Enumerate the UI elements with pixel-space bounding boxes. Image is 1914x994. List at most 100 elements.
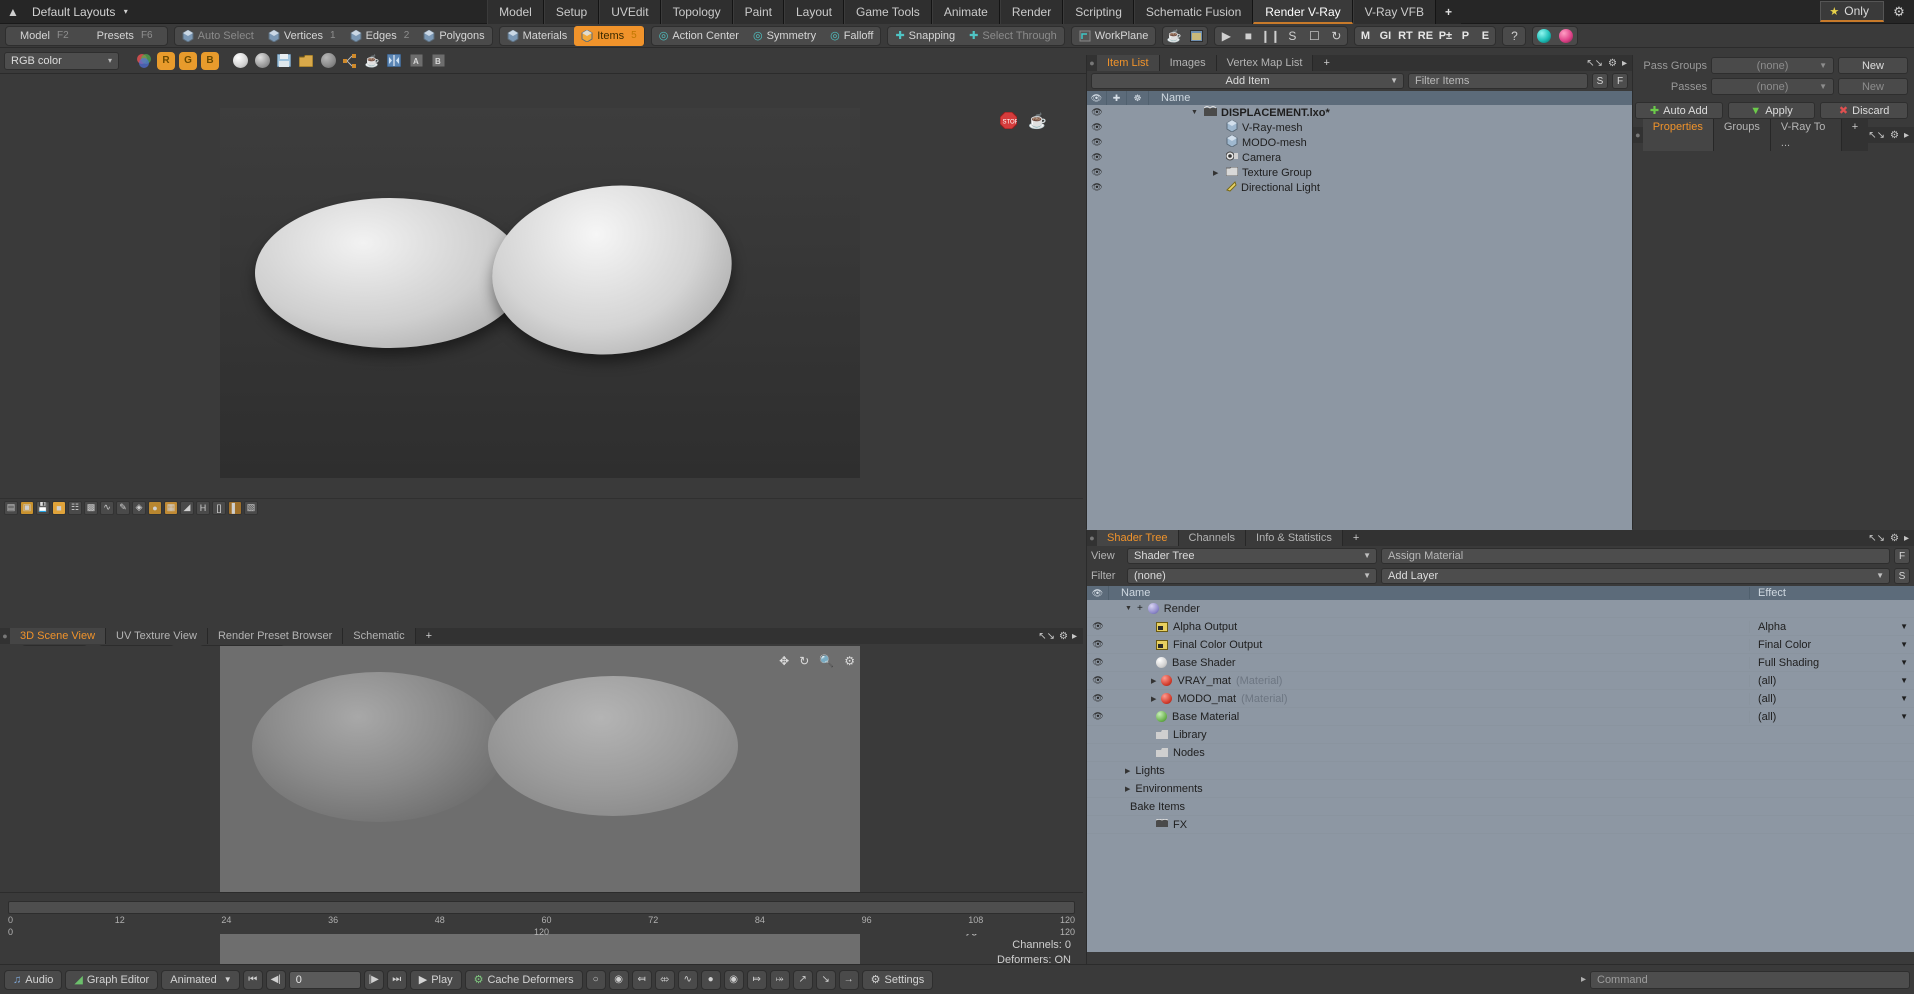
film-icon[interactable]: ▦ <box>164 500 178 515</box>
h-icon[interactable]: H <box>196 500 210 515</box>
add-layer-select[interactable]: Add Layer ▼ <box>1381 568 1890 584</box>
teapot-icon[interactable]: ☕ <box>1028 112 1047 130</box>
shader-tree-row[interactable]: Nodes <box>1087 744 1914 762</box>
shader-f-button[interactable]: F <box>1894 548 1910 564</box>
first-key-icon[interactable]: ⤄ <box>654 969 675 990</box>
tool-select-through-button[interactable]: ✚ Select Through <box>962 27 1064 45</box>
bars-icon[interactable]: ▌ <box>228 500 242 515</box>
shader-tree-row[interactable]: Library <box>1087 726 1914 744</box>
visibility-eye-icon[interactable]: 👁 <box>1087 152 1107 163</box>
visibility-eye-icon[interactable]: 👁 <box>1087 621 1109 632</box>
save-icon[interactable]: 💾 <box>36 500 50 515</box>
play-button[interactable]: ▶ Play <box>409 969 462 990</box>
vray-m-button[interactable]: M <box>1355 27 1375 45</box>
eyedrop-icon[interactable]: ◢ <box>180 500 194 515</box>
grey-sphere-icon[interactable] <box>253 52 271 70</box>
twisty-icon[interactable]: ▼ <box>1191 109 1200 116</box>
add-tab-button[interactable]: + <box>415 628 443 644</box>
tool-materials-button[interactable]: Materials <box>500 27 575 45</box>
filter-items-input[interactable]: Filter Items <box>1408 73 1588 89</box>
menu-tab-render[interactable]: Render <box>999 0 1064 24</box>
stop-icon[interactable]: ■ <box>1237 26 1259 46</box>
menu-tab-paint[interactable]: Paint <box>732 0 784 24</box>
pink-sphere-icon[interactable] <box>1555 26 1577 46</box>
shader-tree-row[interactable]: ▶ Lights <box>1087 762 1914 780</box>
render-preview-viewport[interactable]: STOP ☕ <box>0 98 1083 498</box>
tool-presets-button[interactable]: Presets F6 <box>83 27 167 45</box>
viewport-3d[interactable] <box>220 646 860 994</box>
channel-b-button[interactable]: B <box>201 51 219 70</box>
curve-bezier-icon[interactable]: ◉ <box>723 969 744 990</box>
visibility-eye-icon[interactable]: 👁 <box>1087 657 1109 668</box>
shader-tree-row[interactable]: 👁 Alpha Output Alpha ▼ <box>1087 618 1914 636</box>
render-s-button[interactable]: S <box>1281 26 1303 46</box>
histogram-icon[interactable]: ▩ <box>84 500 98 515</box>
visibility-eye-icon[interactable]: 👁 <box>1087 711 1109 722</box>
tool-items-button[interactable]: Items 5 <box>574 25 644 46</box>
passes-new-button[interactable]: New <box>1838 78 1908 95</box>
shader-tree-row[interactable]: ▶ Environments <box>1087 780 1914 798</box>
gear-icon[interactable]: ⚙ <box>1890 533 1899 544</box>
item-list-row[interactable]: 👁 Camera <box>1087 150 1632 165</box>
step-back-icon[interactable]: ◀| <box>265 969 286 990</box>
layers-icon[interactable]: ☷ <box>68 500 82 515</box>
shader-s-button[interactable]: S <box>1894 568 1910 584</box>
workplane-button[interactable]: WorkPlane <box>1072 27 1156 45</box>
visibility-eye-icon[interactable]: 👁 <box>1087 122 1107 133</box>
shader-tree-row[interactable]: 👁 Base Shader Full Shading ▼ <box>1087 654 1914 672</box>
visibility-eye-icon[interactable]: 👁 <box>1087 182 1107 193</box>
tab-groups[interactable]: Groups <box>1713 119 1771 151</box>
filter-select[interactable]: (none) ▼ <box>1127 568 1377 584</box>
paint-icon[interactable]: ● <box>148 500 162 515</box>
shader-effect-cell[interactable]: (all) ▼ <box>1749 674 1914 687</box>
visibility-eye-icon[interactable]: 👁 <box>1087 137 1107 148</box>
mirror-icon[interactable] <box>385 52 403 70</box>
levels-icon[interactable]: ▧ <box>244 500 258 515</box>
render-preview-canvas[interactable] <box>220 108 860 478</box>
gear-icon[interactable]: ⚙ <box>844 654 855 668</box>
add-item-button[interactable]: Add Item ▼ <box>1091 73 1404 89</box>
stop-sign-icon[interactable]: STOP <box>999 111 1019 134</box>
rotate-icon[interactable]: ↻ <box>799 654 809 668</box>
add-tab-button[interactable]: + <box>1841 119 1869 151</box>
image-a-icon[interactable]: A <box>407 52 425 70</box>
shader-tree-row[interactable]: 👁 Base Material (all) ▼ <box>1087 708 1914 726</box>
layout-selector[interactable]: Default Layouts ▾ <box>26 5 128 19</box>
tab-channels[interactable]: Channels <box>1178 530 1247 546</box>
node-icon[interactable] <box>341 52 359 70</box>
item-list-row[interactable]: 👁 MODO-mesh <box>1087 134 1632 150</box>
curve-icon[interactable]: ∿ <box>100 500 114 515</box>
channel-g-button[interactable]: G <box>179 51 197 70</box>
brackets-icon[interactable]: [] <box>212 500 226 515</box>
chevron-right-icon[interactable]: ▸ <box>1904 130 1909 141</box>
add-tab-button[interactable]: + <box>1342 530 1370 546</box>
menu-tab-v-ray-vfb[interactable]: V-Ray VFB <box>1352 0 1436 24</box>
chevron-right-icon[interactable]: ▸ <box>1622 58 1627 69</box>
menu-tab-setup[interactable]: Setup <box>543 0 600 24</box>
shader-effect-cell[interactable]: (all) ▼ <box>1749 692 1914 705</box>
tool-vertices-button[interactable]: Vertices 1 <box>261 27 343 45</box>
dark-sphere-icon[interactable] <box>319 52 337 70</box>
menu-tab-game-tools[interactable]: Game Tools <box>844 0 932 24</box>
shader-tree-row[interactable]: Bake Items <box>1087 798 1914 816</box>
cache-deformers-button[interactable]: ⚙ Cache Deformers <box>464 969 583 990</box>
menu-tab-schematic-fusion[interactable]: Schematic Fusion <box>1133 0 1254 24</box>
tab-uv-texture-view[interactable]: UV Texture View <box>106 628 208 644</box>
add-menu-tab-button[interactable]: + <box>1436 0 1462 24</box>
shader-effect-cell[interactable]: Alpha ▼ <box>1749 620 1914 633</box>
vray-p-button[interactable]: P <box>1455 27 1475 45</box>
tool-polygons-button[interactable]: Polygons <box>416 27 491 45</box>
timeline-track[interactable] <box>8 901 1075 914</box>
move-icon[interactable]: ✥ <box>779 654 789 668</box>
menu-tab-layout[interactable]: Layout <box>783 0 844 24</box>
image-icon[interactable]: ▣ <box>20 500 34 515</box>
item-list-row[interactable]: 👁 V-Ray-mesh <box>1087 119 1632 135</box>
pass-groups-new-button[interactable]: New <box>1838 57 1908 74</box>
item-list-row[interactable]: 👁 ▼ DISPLACEMENT.lxo* <box>1087 105 1632 120</box>
vray-gi-button[interactable]: GI <box>1375 27 1395 45</box>
chevron-right-icon[interactable]: ▸ <box>1904 533 1909 544</box>
tab-schematic[interactable]: Schematic <box>343 628 416 644</box>
discard-button[interactable]: ✖ Discard <box>1820 102 1909 119</box>
graph-editor-button[interactable]: ◢ Graph Editor <box>65 969 159 990</box>
filter-f-button[interactable]: F <box>1612 73 1628 89</box>
